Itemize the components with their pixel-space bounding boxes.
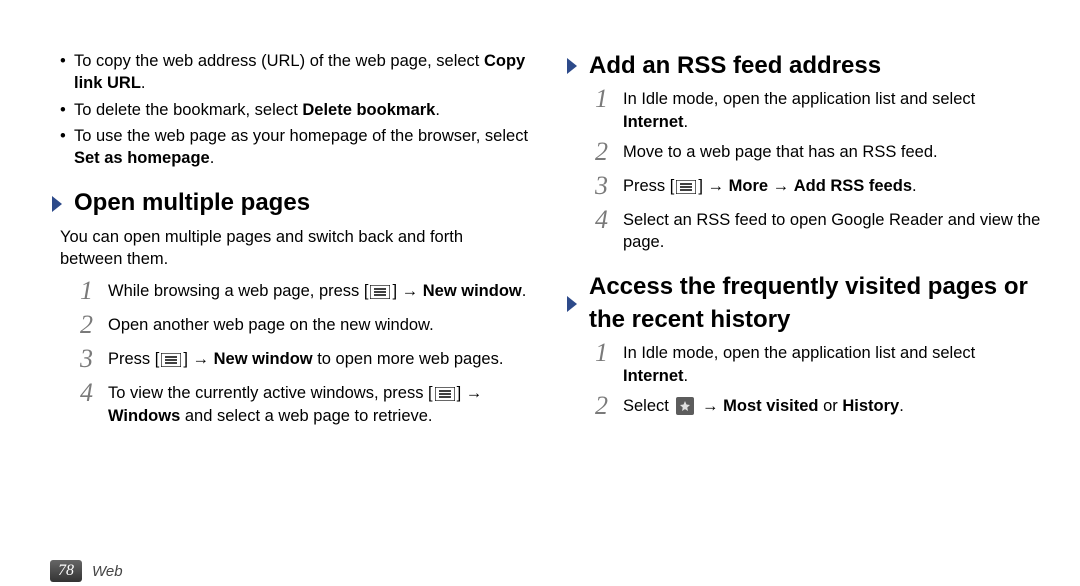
step-item: 3 Press [] → New window to open more web…	[80, 348, 529, 374]
bullet-dot: •	[60, 125, 74, 170]
step-text: Move to a web page that has an RSS feed.	[623, 141, 938, 167]
step-number: 2	[595, 393, 623, 419]
step-text: In Idle mode, open the application list …	[623, 342, 1044, 387]
bullet-item: • To use the web page as your homepage o…	[60, 125, 529, 170]
history-steps: 1 In Idle mode, open the application lis…	[565, 342, 1044, 421]
step-number: 4	[595, 207, 623, 252]
step-item: 1 In Idle mode, open the application lis…	[595, 342, 1044, 387]
step-text: Press [] → More → Add RSS feeds.	[623, 175, 917, 201]
step-text: To view the currently active windows, pr…	[108, 382, 529, 427]
step-number: 3	[80, 346, 108, 372]
step-number: 1	[595, 86, 623, 131]
section-label: Web	[92, 563, 123, 580]
left-column: • To copy the web address (URL) of the w…	[50, 50, 529, 560]
step-number: 4	[80, 380, 108, 425]
step-item: 4 Select an RSS feed to open Google Read…	[595, 209, 1044, 254]
chevron-right-icon	[50, 194, 64, 214]
rss-steps: 1 In Idle mode, open the application lis…	[565, 88, 1044, 253]
bullet-dot: •	[60, 99, 74, 121]
step-number: 2	[80, 312, 108, 338]
step-number: 2	[595, 139, 623, 165]
menu-icon	[435, 387, 455, 401]
heading-text: Open multiple pages	[74, 187, 310, 219]
step-item: 2 Move to a web page that has an RSS fee…	[595, 141, 1044, 167]
page-number: 78	[50, 560, 82, 582]
step-text: Select an RSS feed to open Google Reader…	[623, 209, 1044, 254]
section-description: You can open multiple pages and switch b…	[60, 226, 529, 271]
heading-text: Add an RSS feed address	[589, 50, 881, 82]
step-item: 2 Select → Most visited or History.	[595, 395, 1044, 421]
bullet-text: To use the web page as your homepage of …	[74, 125, 529, 170]
step-item: 3 Press [] → More → Add RSS feeds.	[595, 175, 1044, 201]
menu-icon	[676, 180, 696, 194]
step-item: 2 Open another web page on the new windo…	[80, 314, 529, 340]
right-column: Add an RSS feed address 1 In Idle mode, …	[565, 50, 1044, 560]
step-text: Select → Most visited or History.	[623, 395, 904, 421]
chevron-right-icon	[565, 56, 579, 76]
page-footer: 78 Web	[0, 560, 1080, 582]
chevron-right-icon	[565, 294, 579, 314]
menu-icon	[370, 285, 390, 299]
step-number: 1	[595, 340, 623, 385]
heading-add-rss: Add an RSS feed address	[565, 50, 1044, 82]
step-text: Open another web page on the new window.	[108, 314, 434, 340]
open-pages-steps: 1 While browsing a web page, press [] → …	[50, 280, 529, 427]
step-number: 1	[80, 278, 108, 304]
step-text: In Idle mode, open the application list …	[623, 88, 1044, 133]
bullet-text: To copy the web address (URL) of the web…	[74, 50, 529, 95]
step-item: 1 In Idle mode, open the application lis…	[595, 88, 1044, 133]
bullet-text: To delete the bookmark, select Delete bo…	[74, 99, 440, 121]
heading-access-history: Access the frequently visited pages or t…	[565, 271, 1044, 336]
step-number: 3	[595, 173, 623, 199]
menu-icon	[161, 353, 181, 367]
step-text: While browsing a web page, press [] → Ne…	[108, 280, 526, 306]
step-item: 4 To view the currently active windows, …	[80, 382, 529, 427]
heading-text: Access the frequently visited pages or t…	[589, 271, 1044, 336]
bookmark-star-icon	[676, 397, 694, 415]
step-text: Press [] → New window to open more web p…	[108, 348, 503, 374]
bullet-item: • To delete the bookmark, select Delete …	[60, 99, 529, 121]
bullet-item: • To copy the web address (URL) of the w…	[60, 50, 529, 95]
heading-open-multiple-pages: Open multiple pages	[50, 187, 529, 219]
bullet-dot: •	[60, 50, 74, 95]
step-item: 1 While browsing a web page, press [] → …	[80, 280, 529, 306]
bookmark-options-list: • To copy the web address (URL) of the w…	[50, 50, 529, 169]
